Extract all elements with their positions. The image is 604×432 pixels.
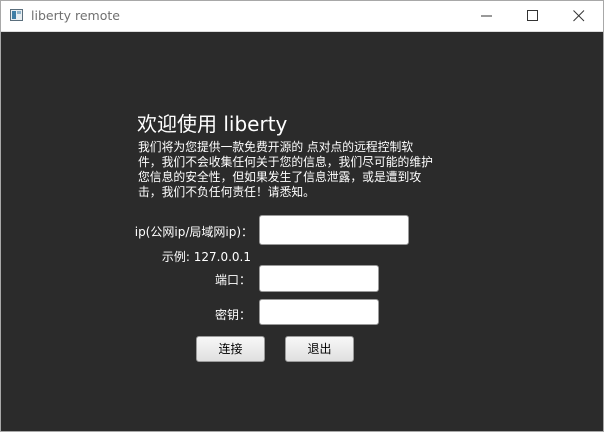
close-button[interactable] [556,1,602,31]
app-window: liberty remote 欢迎使用 liberty 我们将为您提供一款免费开… [0,0,604,432]
secret-input[interactable] [259,299,379,325]
maximize-icon [527,10,538,21]
ip-input[interactable] [259,215,409,245]
ip-example-text: 示例: 127.0.0.1 [161,250,251,264]
minimize-icon [481,15,492,17]
exit-button[interactable]: 退出 [285,336,354,362]
description-text: 我们将为您提供一款免费开源的 点对点的远程控制软件，我们不会收集任何关于您的信息… [138,140,433,199]
port-label: 端口： [214,273,251,287]
port-input[interactable] [259,265,379,292]
welcome-heading: 欢迎使用 liberty [137,112,288,136]
close-icon [573,10,585,22]
secret-label: 密钥： [214,308,251,322]
app-icon [10,9,23,21]
minimize-button[interactable] [464,1,510,31]
ip-label: ip(公网ip/局域网ip)： [134,225,253,239]
title-bar[interactable]: liberty remote [1,1,603,32]
maximize-button[interactable] [510,1,556,31]
window-title: liberty remote [31,8,120,23]
connect-button[interactable]: 连接 [196,336,265,362]
